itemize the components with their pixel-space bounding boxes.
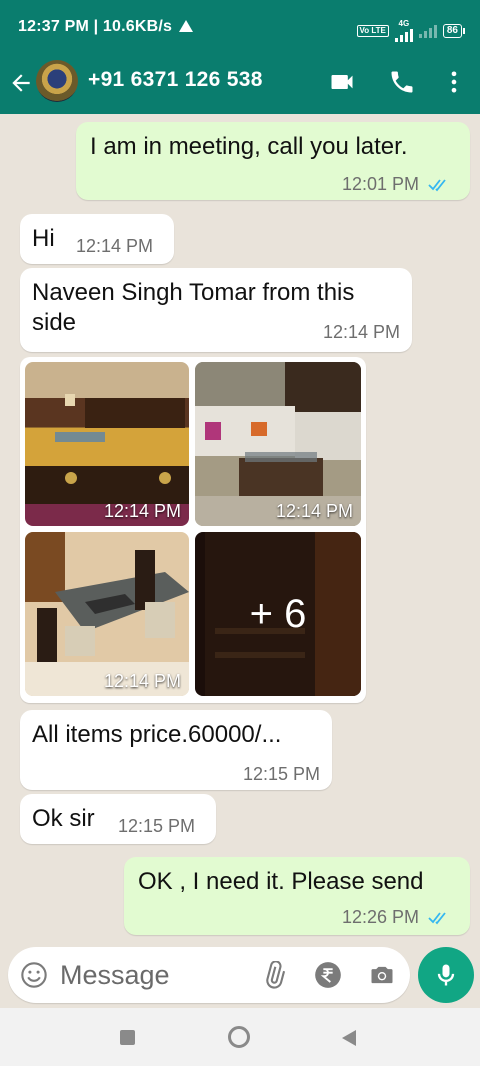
message-time: 12:14 PM bbox=[322, 322, 400, 342]
recents-button[interactable] bbox=[120, 1030, 135, 1045]
back-nav-button[interactable] bbox=[342, 1030, 356, 1046]
home-button[interactable] bbox=[228, 1026, 250, 1048]
attach-icon[interactable] bbox=[260, 961, 288, 989]
message-line-1: Naveen Singh Tomar from this bbox=[32, 279, 355, 306]
message-text: OK , I need it. Please send bbox=[138, 868, 424, 895]
message-input[interactable]: Message bbox=[60, 960, 170, 991]
network-type: 4G bbox=[398, 19, 410, 28]
photo-time: 12:14 PM bbox=[103, 501, 181, 521]
signal-4g: 4G bbox=[394, 19, 413, 42]
photo-time: 12:14 PM bbox=[103, 671, 181, 691]
status-right: Vo LTE 4G 86 bbox=[356, 19, 466, 42]
time-label: 12:01 PM bbox=[341, 174, 419, 194]
rupee-payment-icon[interactable] bbox=[314, 961, 342, 989]
volte-badge: Vo LTE bbox=[356, 25, 389, 37]
message-text: Ok sir bbox=[32, 805, 95, 832]
video-call-icon[interactable] bbox=[328, 68, 356, 96]
battery-icon: 86 bbox=[442, 24, 466, 38]
status-bar: 12:37 PM | 10.6KB/s Vo LTE 4G 86 bbox=[0, 0, 480, 56]
photo-album[interactable]: 12:14 PM 12:14 PM 12:14 PM + 6 bbox=[20, 357, 366, 703]
mic-button[interactable] bbox=[418, 947, 474, 1003]
more-vert-icon[interactable] bbox=[440, 68, 468, 96]
message-in[interactable]: Ok sir 12:15 PM bbox=[20, 794, 216, 844]
photo-wardrobe[interactable]: + 6 bbox=[195, 532, 361, 696]
mic-icon bbox=[437, 964, 455, 986]
message-time: 12:14 PM bbox=[76, 236, 154, 256]
phone-icon[interactable] bbox=[388, 68, 416, 96]
photo-sofa[interactable]: 12:14 PM bbox=[195, 362, 361, 526]
contact-name[interactable]: +91 6371 126 538 bbox=[88, 68, 263, 92]
signal-strength-2-icon bbox=[418, 24, 437, 38]
warning-icon bbox=[178, 20, 193, 32]
camera-icon[interactable] bbox=[368, 961, 396, 989]
message-text: Naveen Singh Tomar from this side bbox=[32, 278, 354, 338]
message-time: 12:15 PM bbox=[242, 764, 320, 784]
read-receipt-icon bbox=[428, 912, 446, 925]
status-left: 12:37 PM | 10.6KB/s bbox=[18, 18, 193, 36]
time-label: 12:26 PM bbox=[341, 907, 419, 927]
message-text: Hi bbox=[32, 225, 55, 252]
message-in[interactable]: Naveen Singh Tomar from this side 12:14 … bbox=[20, 268, 412, 352]
photo-time: 12:14 PM bbox=[275, 501, 353, 521]
read-receipt-icon bbox=[428, 179, 446, 192]
message-time: 12:15 PM bbox=[118, 816, 196, 836]
emoji-icon[interactable] bbox=[20, 961, 48, 989]
message-out[interactable]: OK , I need it. Please send 12:26 PM bbox=[124, 857, 470, 935]
back-arrow-icon[interactable] bbox=[8, 70, 34, 96]
message-in[interactable]: All items price.60000/... 12:15 PM bbox=[20, 710, 332, 790]
message-out[interactable]: I am in meeting, call you later. 12:01 P… bbox=[76, 122, 470, 200]
status-time-speed: 12:37 PM | 10.6KB/s bbox=[18, 18, 173, 35]
message-time: 12:01 PM bbox=[342, 174, 448, 195]
more-photos-overlay: + 6 bbox=[249, 591, 307, 636]
signal-strength-icon bbox=[394, 28, 413, 42]
chat-header: +91 6371 126 538 bbox=[0, 56, 480, 114]
system-nav-bar bbox=[0, 1008, 480, 1066]
message-line-2: side bbox=[32, 309, 77, 336]
message-in[interactable]: Hi 12:14 PM bbox=[20, 214, 174, 264]
photo-bed[interactable]: 12:14 PM bbox=[25, 362, 189, 526]
photo-dining-table[interactable]: 12:14 PM bbox=[25, 532, 189, 696]
message-time: 12:26 PM bbox=[342, 907, 448, 928]
message-text: I am in meeting, call you later. bbox=[90, 133, 408, 160]
avatar[interactable] bbox=[36, 60, 78, 102]
message-text: All items price.60000/... bbox=[32, 721, 282, 748]
message-input-bar[interactable]: Message bbox=[8, 947, 410, 1003]
